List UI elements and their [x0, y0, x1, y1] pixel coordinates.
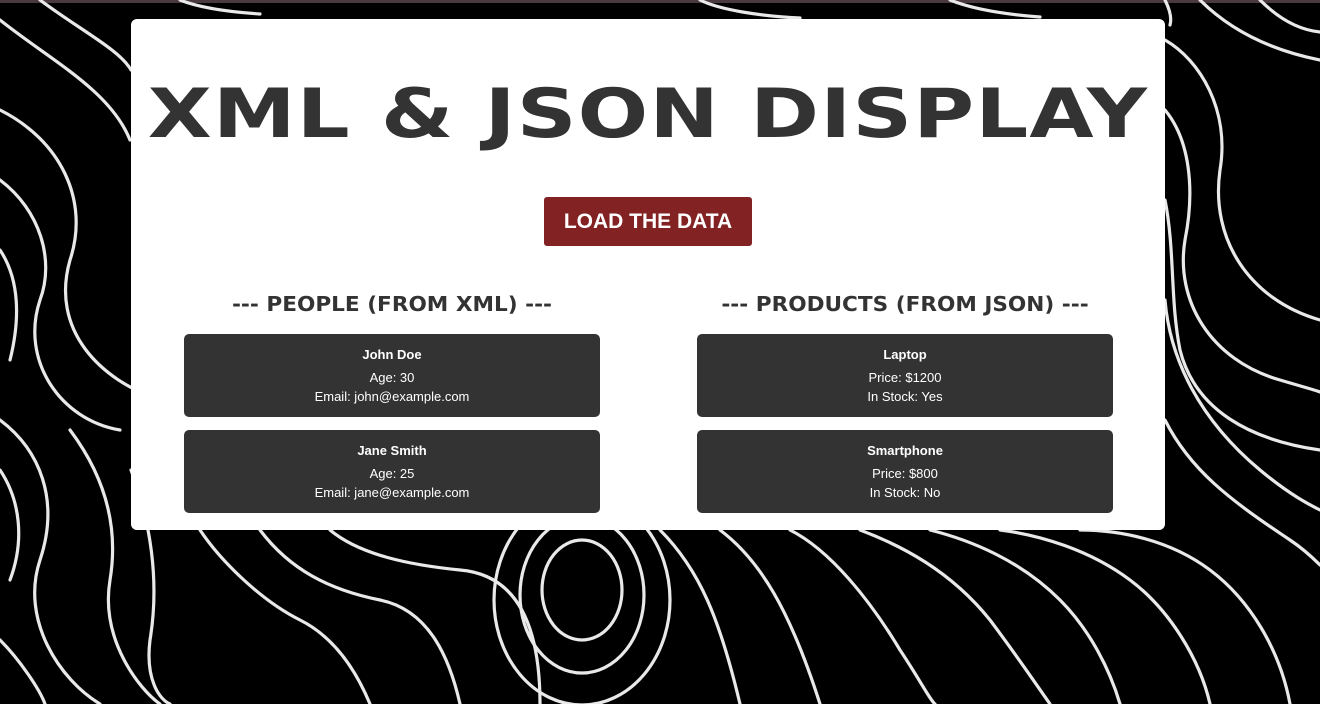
load-data-button[interactable]: LOAD THE DATA	[544, 197, 752, 246]
person-card: Jane Smith Age: 25 Email: jane@example.c…	[184, 430, 600, 513]
person-email: Email: john@example.com	[314, 389, 470, 404]
person-name: Jane Smith	[357, 443, 427, 458]
product-name: Smartphone	[867, 443, 943, 458]
person-age: Age: 30	[369, 370, 415, 385]
product-price: Price: $800	[872, 466, 938, 481]
product-price: Price: $1200	[868, 370, 942, 385]
product-stock: In Stock: Yes	[867, 389, 943, 404]
person-email: Email: jane@example.com	[314, 485, 470, 500]
product-card: Laptop Price: $1200 In Stock: Yes	[697, 334, 1113, 417]
page-title: XML & JSON DISPLAY	[147, 75, 1149, 154]
people-section-heading: --- PEOPLE (FROM XML) ---	[231, 292, 553, 316]
product-name: Laptop	[883, 347, 927, 362]
product-card: Smartphone Price: $800 In Stock: No	[697, 430, 1113, 513]
person-card: John Doe Age: 30 Email: john@example.com	[184, 334, 600, 417]
main-card: XML & JSON DISPLAY LOAD THE DATA --- PEO…	[131, 19, 1165, 530]
products-section-heading: --- PRODUCTS (FROM JSON) ---	[721, 292, 1089, 316]
product-stock: In Stock: No	[869, 485, 941, 500]
person-name: John Doe	[362, 347, 422, 362]
person-age: Age: 25	[369, 466, 415, 481]
